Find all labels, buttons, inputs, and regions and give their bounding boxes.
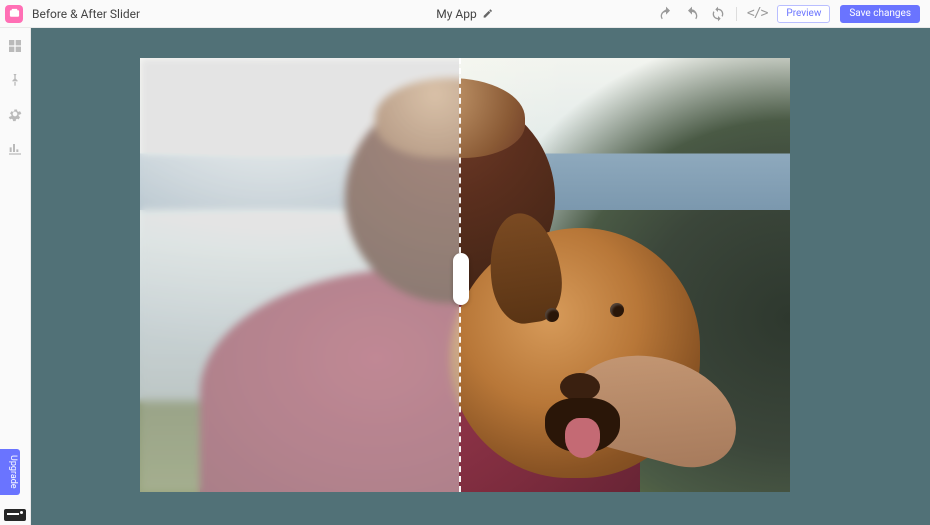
before-image: [140, 58, 459, 492]
slider-handle[interactable]: [453, 253, 469, 305]
platform-badge: [4, 509, 26, 521]
undo-icon[interactable]: [658, 6, 674, 22]
pin-icon[interactable]: [7, 72, 23, 88]
widget-name: Before & After Slider: [28, 7, 150, 21]
gear-icon[interactable]: [7, 106, 23, 122]
edit-icon: [483, 8, 494, 19]
save-button[interactable]: Save changes: [840, 5, 920, 23]
sync-icon[interactable]: [710, 6, 726, 22]
code-icon[interactable]: </>: [747, 6, 767, 21]
brand-logo[interactable]: [0, 0, 28, 28]
layout-icon[interactable]: [7, 38, 23, 54]
editor-canvas[interactable]: [31, 28, 930, 525]
top-bar: Before & After Slider My App </> Preview…: [0, 0, 930, 28]
slider-divider[interactable]: [459, 58, 461, 492]
app-title: My App: [436, 7, 476, 21]
before-after-widget[interactable]: [140, 58, 790, 492]
toolbar-separator: [736, 7, 737, 21]
app-title-group[interactable]: My App: [436, 7, 493, 21]
toolbar: </> Preview Save changes: [658, 5, 930, 23]
analytics-icon[interactable]: [7, 140, 23, 156]
brand-logo-icon: [5, 5, 23, 23]
redo-icon[interactable]: [684, 6, 700, 22]
upgrade-button[interactable]: Upgrade: [0, 449, 20, 495]
preview-button[interactable]: Preview: [777, 5, 830, 23]
